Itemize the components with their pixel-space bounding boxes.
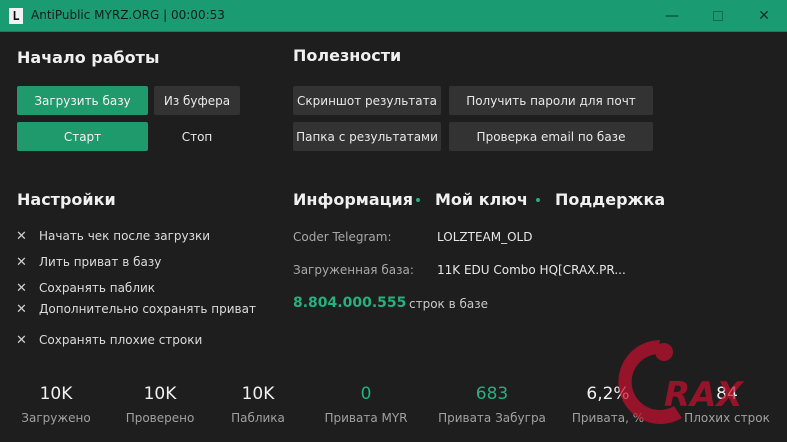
get-passwords-button[interactable]: Получить пароли для почт (449, 86, 653, 115)
stat-value: 6,2% (586, 384, 630, 404)
loaded-base-value: 11K EDU Combo HQ[CRAX.PR... (437, 263, 626, 277)
stat-loaded: 10K Загружено (14, 384, 98, 425)
stat-value: 10K (39, 384, 73, 404)
stat-private-percent: 6,2% Привата, % (570, 384, 646, 425)
utilities-heading: Полезности (293, 46, 402, 65)
stat-label: Привата, % (571, 411, 645, 425)
line-count: 8.804.000.555 (293, 295, 407, 311)
close-button[interactable]: ✕ (741, 0, 787, 32)
load-base-button[interactable]: Загрузить базу (17, 86, 148, 115)
separator-dot (416, 198, 420, 202)
title-bar: L AntiPublic MYRZ.ORG | 00:00:53 — ✕ (0, 0, 787, 32)
settings-heading: Настройки (17, 190, 116, 209)
stat-private-myr: 0 Привата MYR (316, 384, 416, 425)
maximize-icon (713, 11, 723, 21)
stat-label: Плохих строк (684, 411, 770, 425)
close-icon: ✕ (16, 254, 27, 270)
stat-bad-lines: 84 Плохих строк (682, 384, 772, 425)
maximize-button[interactable] (695, 0, 741, 32)
stat-value: 10K (241, 384, 275, 404)
tab-support[interactable]: Поддержка (555, 190, 665, 209)
stat-checked: 10K Проверено (118, 384, 202, 425)
option-label: Начать чек после загрузки (39, 229, 211, 243)
start-heading: Начало работы (17, 48, 160, 67)
close-icon: ✕ (16, 332, 27, 348)
stat-label: Паблика (231, 411, 285, 425)
option-save-private-extra[interactable]: ✕ Дополнительно сохранять приват (16, 302, 256, 316)
close-icon: ✕ (16, 280, 27, 296)
stat-value: 683 (475, 384, 509, 404)
option-label: Дополнительно сохранять приват (39, 302, 256, 316)
stat-private-abroad: 683 Привата Забугра (436, 384, 548, 425)
option-label: Сохранять плохие строки (39, 333, 203, 347)
close-icon: ✕ (16, 228, 27, 244)
tab-my-key[interactable]: Мой ключ (435, 190, 528, 209)
stat-label: Привата Забугра (438, 411, 546, 425)
line-count-suffix: строк в базе (409, 297, 489, 311)
stat-value: 84 (716, 384, 738, 404)
from-clipboard-button[interactable]: Из буфера (154, 86, 240, 115)
results-folder-button[interactable]: Папка с результатами (293, 122, 441, 151)
option-upload-private[interactable]: ✕ Лить приват в базу (16, 255, 161, 269)
tab-information[interactable]: Информация (293, 190, 413, 209)
stat-value: 10K (143, 384, 177, 404)
stop-button[interactable]: Стоп (154, 122, 240, 151)
stat-label: Проверено (125, 411, 195, 425)
telegram-label: Coder Telegram: (293, 230, 392, 244)
start-button[interactable]: Старт (17, 122, 148, 151)
stat-label: Загружено (21, 411, 91, 425)
option-label: Сохранять паблик (39, 281, 156, 295)
minimize-button[interactable]: — (649, 0, 695, 32)
stat-label: Привата MYR (324, 411, 408, 425)
option-save-public[interactable]: ✕ Сохранять паблик (16, 281, 155, 295)
close-icon: ✕ (16, 301, 27, 317)
stat-public: 10K Паблика (218, 384, 298, 425)
app-icon: L (9, 8, 23, 24)
telegram-value: LOLZTEAM_OLD (437, 230, 533, 244)
loaded-base-label: Загруженная база: (293, 263, 414, 277)
option-check-after-load[interactable]: ✕ Начать чек после загрузки (16, 229, 210, 243)
check-email-button[interactable]: Проверка email по базе (449, 122, 653, 151)
window-title: AntiPublic MYRZ.ORG | 00:00:53 (31, 8, 225, 22)
separator-dot (536, 198, 540, 202)
screenshot-button[interactable]: Скриншот результата (293, 86, 441, 115)
option-label: Лить приват в базу (39, 255, 162, 269)
stat-value: 0 (360, 384, 372, 404)
option-save-bad-lines[interactable]: ✕ Сохранять плохие строки (16, 333, 202, 347)
